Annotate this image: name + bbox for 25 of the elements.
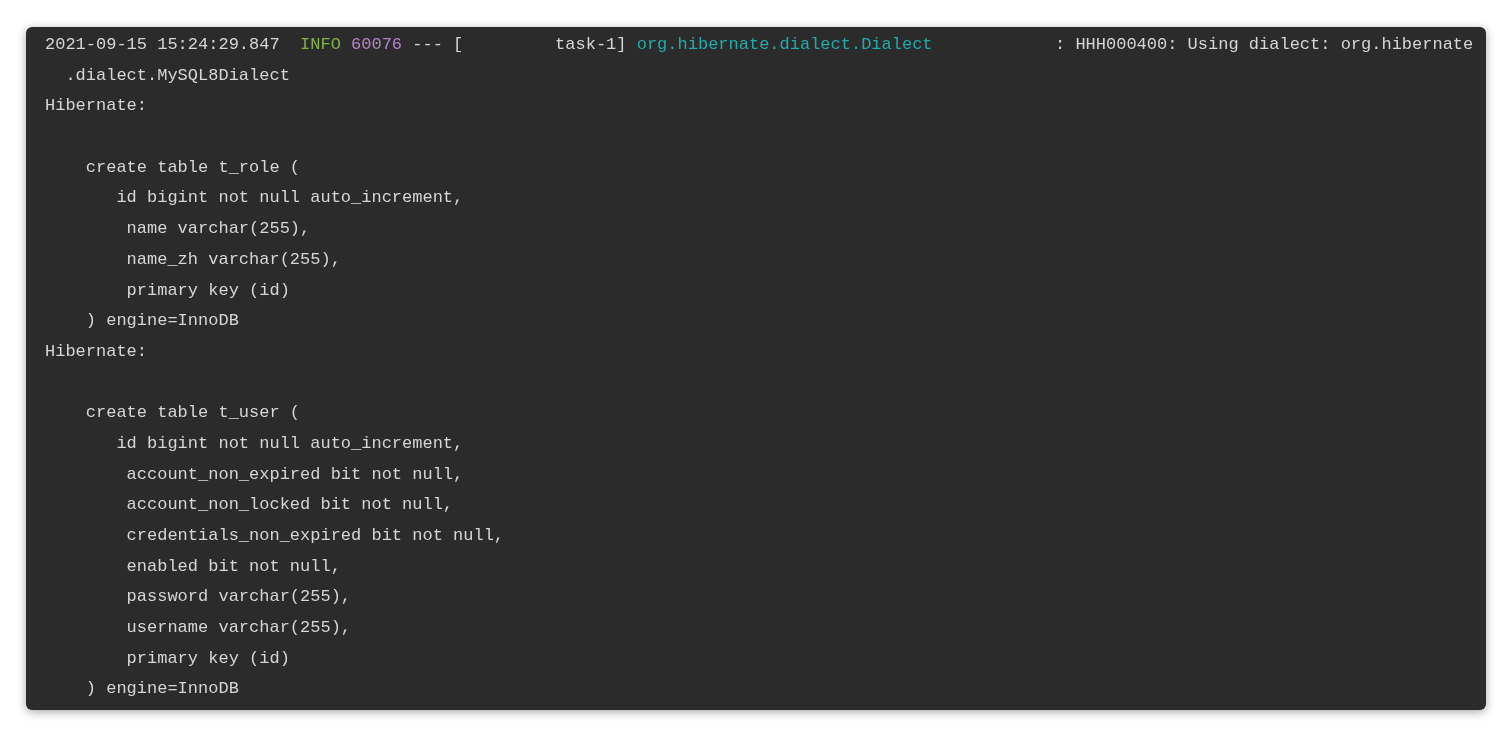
code-line: username varchar(255), xyxy=(125,618,352,638)
code-line: ) engine=InnoDB xyxy=(84,311,239,331)
code-line: name_zh varchar(255), xyxy=(125,249,341,269)
logger-name: org.hibernate.dialect.Dialect xyxy=(636,35,933,54)
code-line: create table t_user ( xyxy=(84,403,301,423)
code-line: id bigint not null auto_increment, xyxy=(115,433,464,453)
code-line: primary key (id) xyxy=(125,280,290,300)
code-line: .dialect.MySQL8Dialect xyxy=(64,65,290,85)
code-line: Hibernate: xyxy=(45,341,148,361)
process-id: 60076 xyxy=(350,35,403,54)
log-timestamp: 2021-09-15 15:24:29.847 xyxy=(45,35,281,54)
log-level: INFO xyxy=(300,35,341,54)
code-line: account_non_locked bit not null, xyxy=(125,495,454,515)
code-line: name varchar(255), xyxy=(125,219,311,239)
code-line: primary key (id) xyxy=(125,648,290,668)
code-line: password varchar(255), xyxy=(125,587,352,607)
log-text: --- [ task-1] xyxy=(411,35,628,54)
code-line: enabled bit not null, xyxy=(125,556,341,576)
log-text: : HHH000400: Using dialect: org.hibernate xyxy=(1054,35,1474,54)
code-line: credentials_non_expired bit not null, xyxy=(125,526,505,545)
code-line: create table t_role ( xyxy=(84,157,301,177)
code-line: account_non_expired bit not null, xyxy=(125,464,464,484)
code-line: id bigint not null auto_increment, xyxy=(115,188,464,208)
code-line: Hibernate: xyxy=(45,96,148,116)
code-line: ) engine=InnoDB xyxy=(84,679,239,699)
